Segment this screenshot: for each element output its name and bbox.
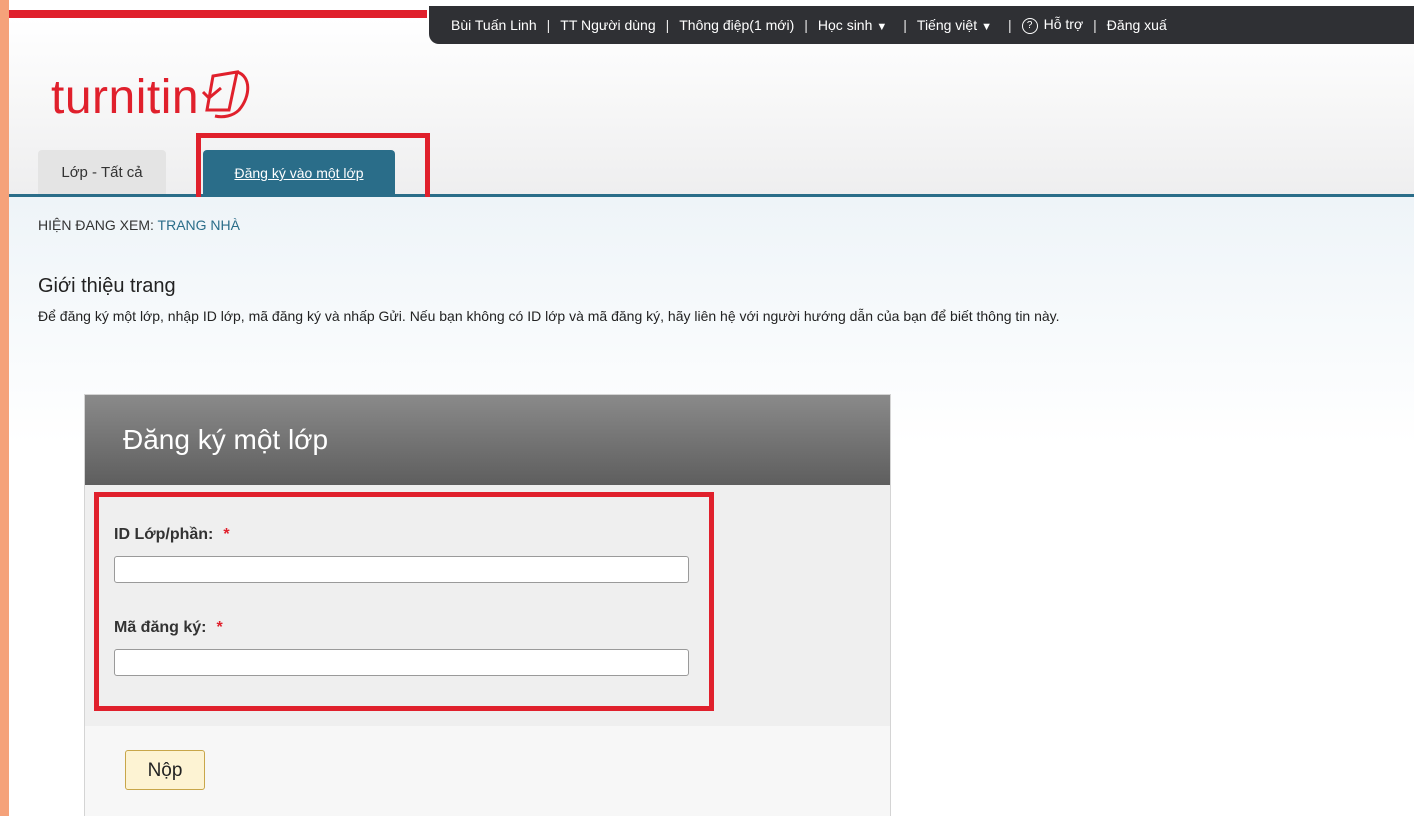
intro-title: Giới thiệu trang <box>38 275 176 297</box>
breadcrumb: HIỆN ĐANG XEM: TRANG NHÀ <box>38 217 240 233</box>
logo-mark-icon <box>202 70 250 119</box>
help-label: Hỗ trợ <box>1043 16 1084 33</box>
dropdown-arrow-icon: ▼ <box>876 21 888 33</box>
page: turnitin Bùi Tuấn Linh | TT Người dùng |… <box>9 0 1414 816</box>
user-name-link[interactable]: Bùi Tuấn Linh <box>451 17 537 33</box>
enroll-key-label-text: Mã đăng ký: <box>114 619 207 636</box>
help-link[interactable]: ? Hỗ trợ <box>1021 16 1084 34</box>
question-circle-icon: ? <box>1021 17 1038 34</box>
form-footer: Nộp <box>85 726 890 816</box>
messages-link[interactable]: Thông điệp(1 mới) <box>679 17 794 33</box>
nav-separator: | <box>903 17 907 33</box>
tab-enroll-class[interactable]: Đăng ký vào một lớp <box>203 150 395 195</box>
role-dropdown[interactable]: Học sinh ▼ <box>818 17 887 33</box>
nav-separator: | <box>1093 17 1097 33</box>
enroll-form-card: Đăng ký một lớp ID Lớp/phần: * Mã đăng ký… <box>84 394 891 816</box>
intro-text: Để đăng ký một lớp, nhập ID lớp, mã đăng… <box>38 308 1060 324</box>
class-id-label: ID Lớp/phần: * <box>114 526 230 544</box>
nav-separator: | <box>1007 17 1012 33</box>
language-label: Tiếng việt <box>916 17 978 33</box>
role-label: Học sinh <box>817 17 873 33</box>
nav-separator: | <box>804 17 808 33</box>
nav-separator: | <box>665 17 670 33</box>
form-title: Đăng ký một lớp <box>85 395 890 485</box>
enroll-key-label: Mã đăng ký: * <box>114 619 223 637</box>
breadcrumb-location: TRANG NHÀ <box>157 217 240 233</box>
dropdown-arrow-icon: ▼ <box>981 21 992 33</box>
nav-separator: | <box>546 17 551 33</box>
class-id-label-text: ID Lớp/phần: <box>114 526 214 543</box>
tab-bar: Lớp - Tất cả Đăng ký vào một lớp <box>9 147 1414 197</box>
user-info-link[interactable]: TT Người dùng <box>560 17 655 33</box>
submit-button[interactable]: Nộp <box>125 750 205 790</box>
logout-link[interactable]: Đăng xuấ <box>1107 17 1167 33</box>
top-nav-bar: Bùi Tuấn Linh | TT Người dùng | Thông đi… <box>429 6 1414 44</box>
required-asterisk: * <box>223 526 230 543</box>
enroll-key-input[interactable] <box>114 649 689 676</box>
main-content: HIỆN ĐANG XEM: TRANG NHÀ Giới thiệu tran… <box>9 197 1414 816</box>
class-id-input[interactable] <box>114 556 689 583</box>
language-dropdown[interactable]: Tiếng việt ▼ <box>917 17 992 33</box>
logo-text: turnitin <box>51 71 200 124</box>
turnitin-logo[interactable]: turnitin <box>51 66 255 122</box>
breadcrumb-prefix: HIỆN ĐANG XEM: <box>38 217 158 233</box>
required-asterisk: * <box>216 619 223 636</box>
tab-all-classes[interactable]: Lớp - Tất cả <box>38 150 166 195</box>
